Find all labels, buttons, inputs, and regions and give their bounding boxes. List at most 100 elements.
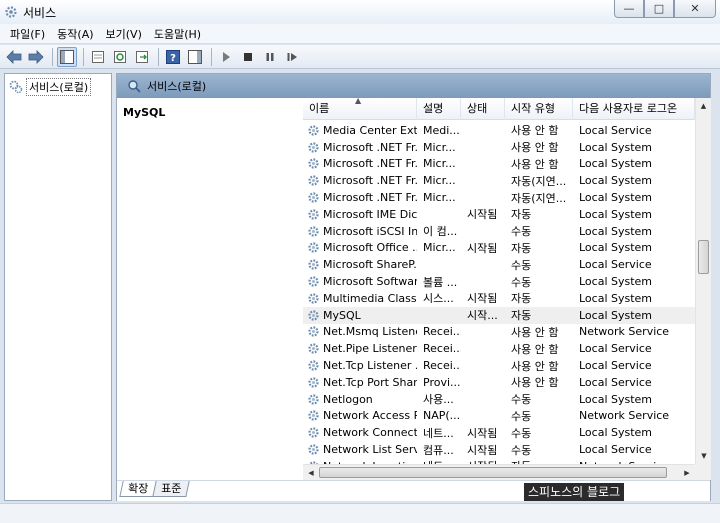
column-header-status[interactable]: 상태 — [461, 98, 505, 120]
vertical-scrollbar[interactable]: ▲ ▼ — [695, 98, 711, 464]
properties-button[interactable] — [88, 47, 108, 67]
table-row[interactable]: Media Center Ext... Medi... 사용 안 함 Local Se… — [303, 122, 695, 139]
table-row[interactable]: Network List Servi... 컴퓨... 시작됨 수동 Local Ser… — [303, 441, 695, 458]
refresh-button[interactable] — [110, 47, 130, 67]
service-gear-icon — [308, 427, 319, 438]
cell-description: 사용... — [423, 393, 454, 407]
cell-description: 볼륨 ... — [423, 275, 458, 289]
export-list-button[interactable] — [132, 47, 152, 67]
column-header-description[interactable]: 설명 — [417, 98, 461, 120]
column-header-label: 설명 — [423, 102, 444, 115]
table-row[interactable]: MySQL 시작... 자동 Local System — [303, 306, 695, 324]
table-row[interactable]: Microsoft Softwar... 볼륨 ... 수동 Local System — [303, 273, 695, 290]
tree-item-services-local[interactable]: 서비스(로컬) — [5, 74, 111, 96]
stop-service-button[interactable] — [238, 47, 258, 67]
minimize-icon: — — [623, 2, 635, 15]
menu-view[interactable]: 보기(V) — [100, 26, 148, 42]
cell-log-on-as: Network Service — [579, 325, 670, 339]
table-row[interactable]: Network Connecti... 네트... 시작됨 수동 Local Syste… — [303, 424, 695, 441]
show-console-tree-button[interactable] — [57, 46, 77, 67]
service-name: Microsoft .NET Fr... — [323, 140, 417, 154]
table-row[interactable]: Network Access P... NAP(... 수동 Network Serv… — [303, 408, 695, 425]
table-row[interactable]: Microsoft .NET Fr... Micr... 자동(지연... Local… — [303, 172, 695, 189]
minimize-button[interactable]: — — [614, 0, 644, 18]
column-header-startup-type[interactable]: 시작 유형 — [505, 98, 573, 120]
show-action-pane-button[interactable] — [185, 47, 205, 67]
column-header-name[interactable]: 이름 ▲ — [303, 98, 417, 120]
service-name: Microsoft IME Dic... — [323, 207, 417, 221]
cell-name: Microsoft .NET Fr... — [303, 157, 417, 170]
maximize-button[interactable]: □ — [644, 0, 674, 18]
cell-name: Microsoft iSCSI In... — [303, 225, 417, 238]
service-name: Microsoft .NET Fr... — [323, 174, 417, 188]
table-row[interactable]: Microsoft .NET Fr... Micr... 자동(지연... Local… — [303, 189, 695, 206]
service-name: Microsoft Softwar... — [323, 275, 417, 289]
service-name: Net.Tcp Port Shar... — [323, 375, 417, 389]
scroll-down-icon[interactable]: ▼ — [696, 448, 711, 464]
back-button[interactable] — [4, 47, 24, 67]
scrollbar-corner — [695, 464, 711, 480]
cell-description: Micr... — [423, 191, 456, 205]
cell-log-on-as: Local System — [579, 392, 653, 406]
table-row[interactable]: Netlogon 사용... 수동 Local System — [303, 391, 695, 408]
table-row[interactable]: Microsoft IME Dic... 시작됨 자동 Local System — [303, 206, 695, 223]
help-button[interactable]: ? — [163, 47, 183, 67]
tree-item-label: 서비스(로컬) — [26, 78, 92, 96]
table-row[interactable]: Multimedia Class ... 시스... 시작됨 자동 Local Syst… — [303, 290, 695, 307]
cell-log-on-as: Local Service — [579, 359, 652, 373]
toolbar-separator — [52, 47, 53, 66]
table-row[interactable]: Net.Msmq Listene... Recei... 사용 안 함 Network… — [303, 324, 695, 341]
cell-log-on-as: Local Service — [579, 342, 652, 356]
cell-startup-type: 수동 — [511, 275, 532, 289]
table-row[interactable]: Microsoft .NET Fr... Micr... 사용 안 함 Local S… — [303, 139, 695, 156]
service-gear-icon — [308, 142, 319, 153]
service-name: MySQL — [323, 308, 361, 322]
menu-action[interactable]: 동작(A) — [51, 26, 99, 42]
tab-standard[interactable]: 표준 — [152, 481, 191, 497]
table-row[interactable]: Net.Pipe Listener ... Recei... 사용 안 함 Local… — [303, 340, 695, 357]
cell-name: Net.Tcp Listener ... — [303, 359, 417, 372]
tab-extended[interactable]: 확장 — [119, 481, 157, 497]
cell-description: NAP(... — [423, 409, 461, 423]
menu-help[interactable]: 도움말(H) — [148, 26, 207, 42]
restart-service-button[interactable] — [282, 47, 302, 67]
start-service-button[interactable] — [216, 47, 236, 67]
back-arrow-icon — [6, 49, 22, 64]
cell-startup-type: 사용 안 함 — [511, 359, 559, 373]
cell-status: 시작됨 — [467, 443, 498, 457]
properties-icon — [92, 50, 104, 63]
table-row[interactable]: Microsoft Office ... Micr... 시작됨 자동 Local Sy… — [303, 240, 695, 257]
horizontal-scrollbar[interactable]: ◀ ▶ — [303, 464, 695, 480]
cell-startup-type: 수동 — [511, 443, 532, 457]
menu-file[interactable]: 파일(F) — [4, 26, 51, 42]
scroll-up-icon[interactable]: ▲ — [696, 98, 711, 114]
pause-service-button[interactable] — [260, 47, 280, 67]
forward-button[interactable] — [26, 47, 46, 67]
cell-startup-type: 자동 — [511, 208, 532, 222]
cell-startup-type: 자동 — [511, 309, 532, 323]
close-button[interactable]: ✕ — [674, 0, 716, 18]
cell-log-on-as: Local System — [579, 241, 653, 255]
cell-status: 시작됨 — [467, 426, 498, 440]
table-row[interactable]: Net.Tcp Port Shar... Provi... 사용 안 함 Local … — [303, 374, 695, 391]
stop-icon — [244, 52, 252, 61]
vertical-scroll-thumb[interactable] — [698, 240, 709, 274]
table-row[interactable]: Microsoft ShareP... 수동 Local Service — [303, 256, 695, 273]
horizontal-scroll-thumb[interactable] — [319, 467, 667, 478]
cell-startup-type: 자동 — [511, 292, 532, 306]
cell-status: 시작됨 — [467, 292, 498, 306]
cell-status: 시작됨 — [467, 241, 498, 255]
column-header-log-on-as[interactable]: 다음 사용자로 로그온 — [573, 98, 695, 120]
cell-startup-type: 자동 — [511, 241, 532, 255]
selected-service-title: MySQL — [123, 106, 166, 119]
cell-startup-type: 사용 안 함 — [511, 325, 559, 339]
cell-log-on-as: Local Service — [579, 258, 652, 272]
table-row[interactable]: Net.Tcp Listener ... Recei... 사용 안 함 Local … — [303, 357, 695, 374]
service-gear-icon — [308, 326, 319, 338]
table-row[interactable]: Microsoft .NET Fr... Micr... 사용 안 함 Local S… — [303, 156, 695, 173]
scroll-left-icon[interactable]: ◀ — [303, 465, 319, 480]
status-bar — [0, 503, 720, 523]
scroll-right-icon[interactable]: ▶ — [679, 465, 695, 480]
table-row[interactable]: Microsoft iSCSI In... 이 컴... 수동 Local Syste… — [303, 223, 695, 240]
column-header-label: 다음 사용자로 로그온 — [579, 102, 678, 115]
